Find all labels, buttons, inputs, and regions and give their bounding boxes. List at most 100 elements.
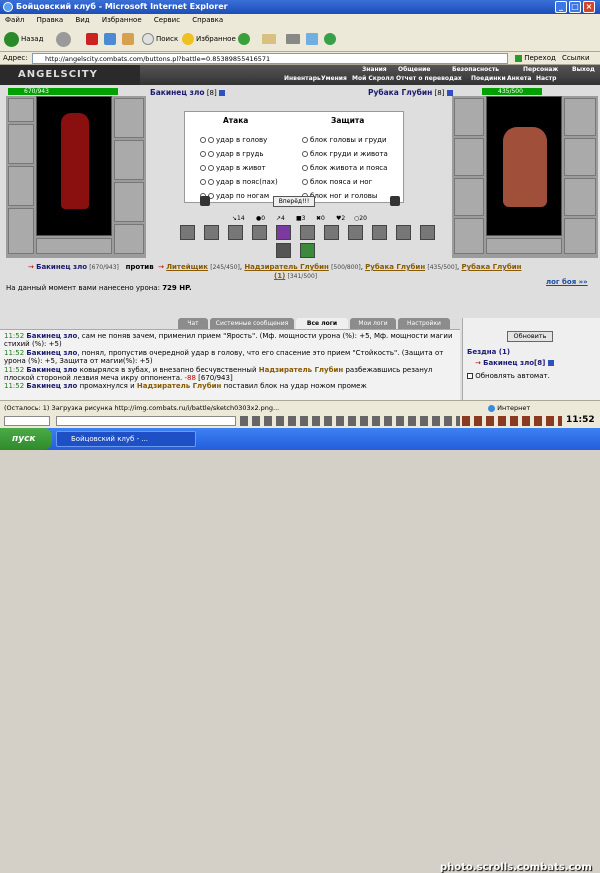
skill-icon-11[interactable] xyxy=(420,225,435,240)
nav-social[interactable]: Общение xyxy=(398,66,430,73)
close-button[interactable]: × xyxy=(583,1,595,13)
menu-tools[interactable]: Сервис xyxy=(154,16,180,24)
auto-refresh-checkbox[interactable]: Обновлять автомат. xyxy=(467,372,550,380)
stop-button[interactable] xyxy=(86,30,100,48)
nav-my-scroll[interactable]: Мой Скролл xyxy=(352,75,394,82)
go-attack-button[interactable]: Вперёд!!! xyxy=(273,196,315,207)
tab-chat[interactable]: Чат xyxy=(178,318,208,329)
enemy-link-4a[interactable]: Рубака Глубин xyxy=(461,263,521,271)
skill-icon-13[interactable] xyxy=(300,243,315,258)
menu-favorites[interactable]: Избранное xyxy=(102,16,142,24)
nav-inventory[interactable]: Инвентарь xyxy=(284,75,321,82)
enemy-link-4[interactable]: (1) xyxy=(274,272,285,280)
address-label: Адрес: xyxy=(3,54,28,62)
nav-profile[interactable]: Анкета xyxy=(507,75,531,82)
nav-transfer-report[interactable]: Отчет о переводах xyxy=(396,75,462,82)
edit-button[interactable] xyxy=(306,30,320,48)
forward-arrow-icon xyxy=(56,31,71,47)
attack-option-head[interactable]: удар в голову xyxy=(200,136,267,144)
skill-icon-6[interactable] xyxy=(300,225,315,240)
location-panel: Обновить Бездна (1) → Бакинец зло[8] Обн… xyxy=(462,318,600,400)
menu-file[interactable]: Файл xyxy=(5,16,24,24)
links-button[interactable]: Ссылки xyxy=(562,52,590,65)
print-button[interactable] xyxy=(286,30,302,48)
nav-skills[interactable]: Умения xyxy=(321,75,347,82)
armor-slot[interactable] xyxy=(8,166,34,206)
media-button[interactable] xyxy=(238,30,252,48)
nav-character[interactable]: Персонаж xyxy=(523,66,558,73)
attack-option-stomach[interactable]: удар в живот xyxy=(200,164,266,172)
address-input[interactable]: http://angelscity.combats.com/buttons.pl… xyxy=(32,53,508,64)
search-button[interactable]: Поиск xyxy=(142,30,178,48)
attack-option-legs[interactable]: удар по ногам xyxy=(200,192,269,200)
tab-system-messages[interactable]: Системные сообщения xyxy=(210,318,294,329)
menu-view[interactable]: Вид xyxy=(75,16,89,24)
taskbar-item-ie[interactable]: Бойцовский клуб - ... xyxy=(56,431,196,447)
mail-button[interactable] xyxy=(262,30,278,48)
shield-slot[interactable] xyxy=(114,182,144,222)
weapon-slot[interactable] xyxy=(8,124,34,164)
helmet-slot[interactable] xyxy=(8,98,34,122)
player-link[interactable]: Бакинец зло xyxy=(36,263,87,271)
scroll-slots[interactable] xyxy=(36,238,112,254)
skill-icon-2[interactable] xyxy=(204,225,219,240)
game-action-icons[interactable] xyxy=(462,416,562,426)
gloves-slot[interactable] xyxy=(114,140,144,180)
skill-icon-3[interactable] xyxy=(228,225,243,240)
enemy-link-1[interactable]: Литейщик xyxy=(166,263,208,271)
menu-edit[interactable]: Правка xyxy=(37,16,64,24)
nav-knowledge[interactable]: Знания xyxy=(362,66,387,73)
stat-spirit: ○20 xyxy=(354,215,367,222)
tab-settings[interactable]: Настройки xyxy=(398,318,450,329)
skill-icon-9[interactable] xyxy=(372,225,387,240)
enemy-link-2[interactable]: Надзиратель Глубин xyxy=(244,263,329,271)
player-info-icon[interactable] xyxy=(547,360,554,366)
favorites-button[interactable]: Избранное xyxy=(182,30,236,48)
tab-my-logs[interactable]: Мои логи xyxy=(350,318,396,329)
ring-slot[interactable] xyxy=(114,98,144,138)
defense-option-chest-stomach[interactable]: блок груди и живота xyxy=(302,150,388,158)
chat-action-icons[interactable] xyxy=(240,416,460,426)
dwarf-figure-icon xyxy=(503,127,547,207)
belt-slot[interactable] xyxy=(8,208,34,254)
nav-settings[interactable]: Настр xyxy=(536,75,556,82)
home-button[interactable] xyxy=(122,30,136,48)
stop-icon xyxy=(86,33,98,45)
nav-exit[interactable]: Выход xyxy=(572,66,595,73)
chat-input[interactable] xyxy=(4,416,50,426)
go-button[interactable]: Переход xyxy=(515,52,556,65)
log-entry: 11:52 Бакинец зло ковырялся в зубах, и в… xyxy=(4,365,433,383)
minimize-button[interactable]: _ xyxy=(555,1,567,13)
battle-log-link[interactable]: лог боя »» xyxy=(546,278,588,286)
maximize-button[interactable]: □ xyxy=(569,1,581,13)
skill-icon-1[interactable] xyxy=(180,225,195,240)
location-player[interactable]: → Бакинец зло[8] xyxy=(475,359,554,367)
skill-icon-8[interactable] xyxy=(348,225,363,240)
defense-option-belt-legs[interactable]: блок пояса и ног xyxy=(302,178,372,186)
defense-option-head-chest[interactable]: блок головы и груди xyxy=(302,136,387,144)
menu-help[interactable]: Справка xyxy=(192,16,223,24)
messenger-button[interactable] xyxy=(324,30,338,48)
nav-battles[interactable]: Поединки xyxy=(471,75,506,82)
start-button[interactable]: пуск xyxy=(0,428,52,450)
skill-icon-12[interactable] xyxy=(276,243,291,258)
skill-icon-10[interactable] xyxy=(396,225,411,240)
forward-button[interactable] xyxy=(56,30,73,48)
nav-security[interactable]: Безопасность xyxy=(452,66,499,73)
attack-option-chest[interactable]: удар в грудь xyxy=(200,150,264,158)
info-icon[interactable] xyxy=(218,90,225,96)
skill-icon-4[interactable] xyxy=(252,225,267,240)
refresh-list-button[interactable]: Обновить xyxy=(507,331,553,342)
tab-all-logs[interactable]: Все логи xyxy=(296,318,348,329)
message-input[interactable] xyxy=(56,416,236,426)
globe-icon xyxy=(488,404,495,412)
skill-icon-7[interactable] xyxy=(324,225,339,240)
log-entry: 11:52 Бакинец зло промахнулся и Надзират… xyxy=(4,382,367,391)
boots-slot[interactable] xyxy=(114,224,144,254)
attack-option-groin[interactable]: удар в пояс(пах) xyxy=(200,178,278,186)
back-button[interactable]: Назад xyxy=(4,30,43,48)
enemy-link-3[interactable]: Рубака Глубин xyxy=(365,263,425,271)
skill-icon-5[interactable] xyxy=(276,225,291,240)
refresh-button[interactable] xyxy=(104,30,118,48)
defense-option-stomach-belt[interactable]: блок живота и пояса xyxy=(302,164,387,172)
